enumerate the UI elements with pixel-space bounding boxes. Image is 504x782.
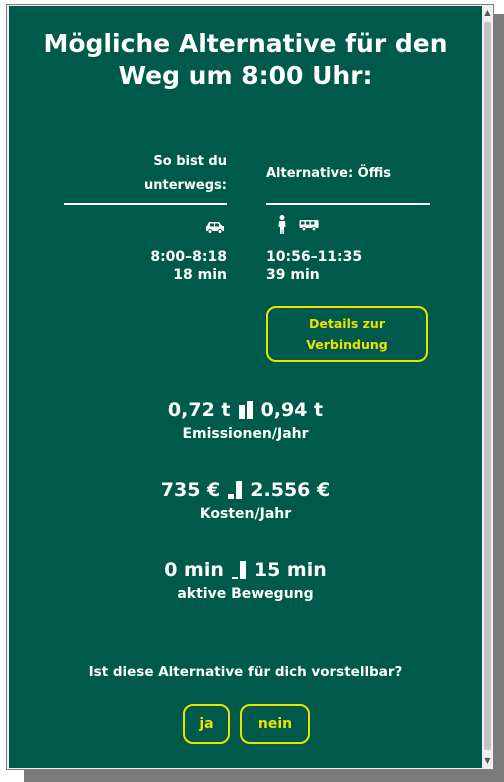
scrollbar-thumb[interactable] — [484, 22, 491, 750]
emissions-alternative-bar — [246, 401, 253, 419]
alternative-trip-duration: 39 min — [266, 267, 320, 283]
alternative-panel: Mögliche Alternative für den Weg um 8:00… — [9, 6, 482, 768]
emissions-label: Emissionen/Jahr — [182, 426, 309, 442]
title-line-1: Mögliche Alternative für den — [43, 29, 448, 58]
current-trip-duration: 18 min — [173, 267, 227, 283]
emissions-current-value: 0,72 t — [167, 399, 231, 421]
car-icon — [206, 222, 224, 234]
costs-label: Kosten/Jahr — [199, 506, 292, 522]
bus-icon — [299, 220, 319, 231]
costs-alternative-value: 2.556 € — [250, 479, 331, 501]
vertical-scrollbar[interactable]: ▲ ▼ — [482, 6, 493, 768]
feasibility-question: Ist diese Alternative für dich vorstellb… — [88, 664, 403, 680]
alternative-column-divider — [266, 203, 430, 205]
scroll-up-arrow-icon[interactable]: ▲ — [482, 6, 493, 20]
costs-stat: 735 € 2.556 € Kosten/Jahr — [9, 478, 482, 524]
activity-comparison-bars — [231, 561, 246, 579]
current-trip-times: 8:00–8:18 18 min — [127, 248, 227, 284]
current-heading-line-2: unterwegs: — [143, 178, 227, 193]
no-button[interactable]: nein — [240, 704, 310, 744]
scroll-down-arrow-icon[interactable]: ▼ — [482, 754, 493, 768]
title-line-2: Weg um 8:00 Uhr: — [118, 61, 373, 90]
costs-comparison-bars — [228, 481, 243, 499]
activity-current-bar — [231, 577, 238, 579]
costs-current-bar — [228, 494, 235, 499]
alternative-column-heading: Alternative: Öffis — [266, 166, 391, 181]
connection-details-button[interactable]: Details zur Verbindung — [266, 306, 428, 362]
activity-alternative-bar — [239, 561, 246, 579]
emissions-alternative-value: 0,94 t — [260, 399, 324, 421]
activity-stat: 0 min 15 min aktive Bewegung — [9, 558, 482, 604]
details-button-line-2: Verbindung — [306, 337, 388, 352]
page-title: Mögliche Alternative für den Weg um 8:00… — [9, 28, 482, 92]
costs-current-value: 735 € — [160, 479, 221, 501]
costs-alternative-bar — [236, 481, 243, 499]
activity-alternative-value: 15 min — [253, 559, 327, 581]
alternative-trip-time: 10:56–11:35 — [266, 249, 363, 265]
emissions-comparison-bars — [238, 401, 253, 419]
emissions-stat: 0,72 t 0,94 t Emissionen/Jahr — [9, 398, 482, 444]
details-button-line-1: Details zur — [309, 316, 385, 331]
yes-button[interactable]: ja — [183, 704, 230, 744]
activity-label: aktive Bewegung — [177, 586, 314, 602]
current-trip-time: 8:00–8:18 — [150, 249, 227, 265]
emissions-current-bar — [238, 405, 245, 419]
alternative-trip-times: 10:56–11:35 39 min — [266, 248, 416, 284]
current-column-divider — [64, 203, 227, 205]
activity-current-value: 0 min — [164, 559, 224, 581]
walking-person-icon — [278, 215, 286, 234]
current-heading-line-1: So bist du — [153, 154, 227, 169]
current-column-heading: So bist du unterwegs: — [64, 150, 227, 198]
